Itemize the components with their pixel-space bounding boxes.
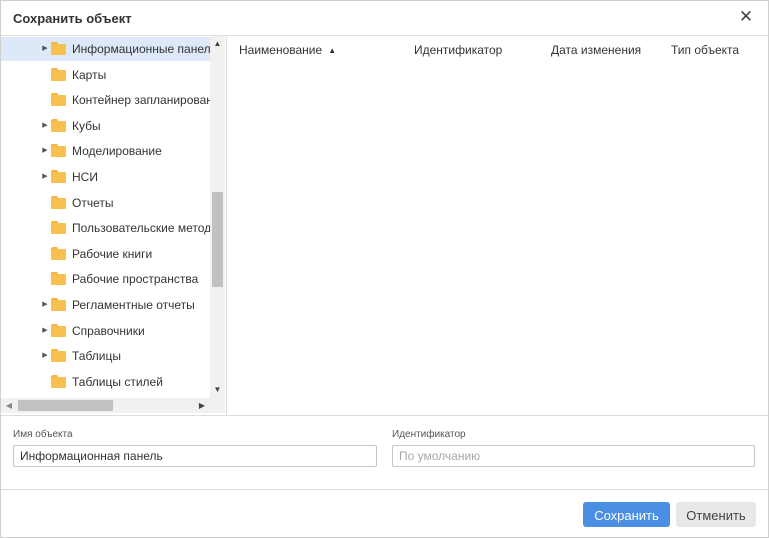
folder-icon: [51, 195, 66, 209]
save-button[interactable]: Сохранить: [583, 502, 670, 527]
expand-arrow-icon[interactable]: ▶: [41, 114, 49, 138]
tree-item[interactable]: Карты: [1, 63, 210, 87]
tree-item-label: Регламентные отчеты: [72, 298, 195, 312]
scroll-down-icon[interactable]: ▼: [210, 382, 225, 398]
column-header-identifier-label: Идентификатор: [414, 43, 503, 57]
tree-item[interactable]: ▶ Моделирование: [1, 139, 210, 163]
dialog-footer: Сохранить Отменить: [1, 489, 768, 538]
tree-item-label: Рабочие книги: [72, 246, 153, 261]
expand-arrow-icon[interactable]: ▶: [41, 37, 49, 61]
scroll-left-icon[interactable]: ◀: [1, 398, 17, 413]
column-header-modified-date-label: Дата изменения: [551, 43, 642, 57]
tree-item[interactable]: ▶ Кубы: [1, 114, 210, 138]
tree-vertical-scrollbar[interactable]: ▲ ▼: [210, 36, 225, 398]
cancel-button[interactable]: Отменить: [676, 502, 756, 527]
tree-horizontal-scrollbar[interactable]: ◀ ▶: [1, 398, 210, 413]
scroll-right-icon[interactable]: ▶: [194, 398, 210, 413]
tree-item[interactable]: Пользовательские методы: [1, 216, 210, 240]
object-name-input[interactable]: [13, 445, 377, 467]
folder-icon: [51, 323, 66, 337]
tree-item[interactable]: ▶ Регламентные отчеты: [1, 293, 210, 317]
tree-item-label: Рабочие пространства: [72, 272, 199, 287]
dialog-title: Сохранить объект: [13, 11, 132, 26]
tree-item-label: Информационные панели: [72, 42, 210, 56]
column-header-object-type[interactable]: Тип объекта: [671, 36, 739, 64]
identifier-input[interactable]: [392, 445, 755, 467]
tree-vertical-scroll-thumb[interactable]: [212, 192, 223, 287]
folder-tree-list: ▶ Информационные панели Карты Контейнер зап…: [1, 36, 210, 398]
tree-item[interactable]: Отчеты: [1, 191, 210, 215]
save-form: Имя объекта Идентификатор: [1, 415, 768, 489]
folder-icon: [51, 374, 66, 388]
column-header-modified-date[interactable]: Дата изменения: [551, 36, 641, 64]
folder-icon: [51, 246, 66, 260]
tree-item[interactable]: Таблицы стилей: [1, 370, 210, 394]
folder-icon: [51, 42, 66, 55]
scrollbar-corner: [210, 398, 225, 413]
scroll-up-icon[interactable]: ▲: [210, 36, 225, 52]
tree-item-label: Кубы: [72, 118, 101, 133]
tree-item-label: Карты: [72, 67, 107, 82]
column-header-name[interactable]: Наименование ▲: [239, 36, 336, 64]
save-object-dialog: Сохранить объект ✕ ▶ Информационные панел…: [0, 0, 769, 538]
expand-arrow-icon[interactable]: ▶: [41, 319, 49, 343]
expand-arrow-icon[interactable]: ▶: [41, 293, 49, 317]
tree-item-label: Таблицы: [72, 349, 122, 364]
folder-icon: [51, 170, 66, 183]
tree-item-label: Пользовательские методы: [72, 221, 210, 236]
folder-icon: [51, 298, 66, 311]
tree-item-label: Таблицы стилей: [72, 374, 163, 389]
tree-item-label: Моделирование: [72, 144, 162, 159]
folder-icon: [51, 221, 66, 235]
column-header-object-type-label: Тип объекта: [671, 43, 740, 57]
tree-item[interactable]: Контейнер запланированн: [1, 88, 210, 112]
folder-icon: [51, 67, 66, 81]
identifier-label: Идентификатор: [392, 429, 466, 440]
folder-icon: [51, 144, 66, 158]
folder-icon: [51, 93, 66, 107]
object-name-label: Имя объекта: [13, 429, 73, 440]
folder-icon: [51, 272, 66, 286]
folder-tree: ▶ Информационные панели Карты Контейнер зап…: [1, 36, 227, 414]
tree-item[interactable]: ▶ Информационные панели: [1, 37, 210, 61]
expand-arrow-icon[interactable]: ▶: [41, 165, 49, 189]
tree-horizontal-scroll-thumb[interactable]: [18, 400, 113, 411]
tree-item[interactable]: Рабочие пространства: [1, 267, 210, 291]
folder-icon: [51, 349, 66, 363]
sort-ascending-icon: ▲: [328, 46, 337, 55]
column-header-name-label: Наименование: [239, 43, 323, 57]
close-icon[interactable]: ✕: [736, 7, 756, 27]
tree-item[interactable]: Рабочие книги: [1, 242, 210, 266]
expand-arrow-icon[interactable]: ▶: [41, 344, 49, 368]
tree-item-label: Отчеты: [72, 195, 114, 210]
tree-item[interactable]: ▶ Таблицы: [1, 344, 210, 368]
tree-item-label: Контейнер запланированн: [72, 93, 210, 108]
column-header-identifier[interactable]: Идентификатор: [414, 36, 502, 64]
expand-arrow-icon[interactable]: ▶: [41, 139, 49, 163]
tree-item[interactable]: ▶ НСИ: [1, 165, 210, 189]
folder-icon: [51, 118, 66, 132]
tree-item[interactable]: ▶ Справочники: [1, 319, 210, 343]
tree-item-label: НСИ: [72, 170, 98, 184]
tree-item-label: Справочники: [72, 323, 145, 338]
dialog-header: Сохранить объект ✕: [1, 1, 768, 36]
objects-table: Наименование ▲ Идентификатор Дата изменен…: [227, 36, 768, 414]
